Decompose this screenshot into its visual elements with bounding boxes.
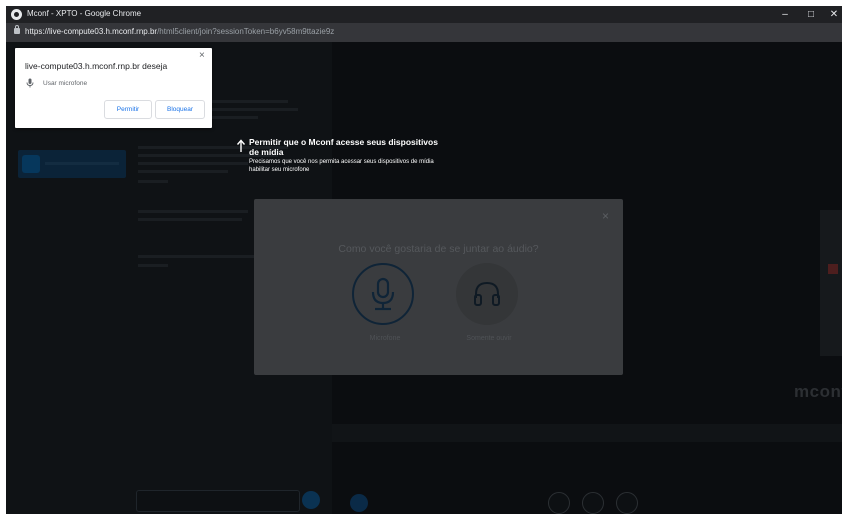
chat-message <box>138 264 168 267</box>
side-panel <box>820 210 842 356</box>
chat-message <box>138 210 248 213</box>
microphone-option-label: Microfone <box>369 335 401 342</box>
microphone-permission-popup: × live-compute03.h.mconf.rnp.br deseja U… <box>15 48 212 128</box>
popup-close-button[interactable]: × <box>199 51 205 61</box>
mconf-app-icon <box>11 9 22 20</box>
allow-button[interactable]: Permitir <box>104 100 152 119</box>
share-screen-button[interactable] <box>616 492 638 514</box>
chat-input[interactable] <box>136 490 300 512</box>
slide-controls-bar <box>332 424 842 442</box>
microphone-icon <box>26 78 34 88</box>
popup-title: live-compute03.h.mconf.rnp.br deseja <box>25 61 168 71</box>
audio-join-modal: × Como você gostaria de se juntar ao áud… <box>254 199 623 375</box>
permission-label: Usar microfone <box>43 80 88 87</box>
chat-message <box>138 180 168 183</box>
url-path: /html5client/join?sessionToken=b6yv58m9t… <box>157 27 335 36</box>
headphones-icon <box>474 281 500 306</box>
lock-icon[interactable] <box>14 25 20 34</box>
browser-window: Mconf - XPTO - Google Chrome – □ ✕ https… <box>6 6 842 514</box>
user-name-placeholder <box>45 162 119 165</box>
avatar <box>22 155 40 173</box>
close-modal-button[interactable]: × <box>602 209 609 223</box>
actions-button[interactable] <box>350 494 368 512</box>
listen-only-option-label: Somente ouvir <box>466 335 512 342</box>
minimize-button[interactable]: – <box>773 7 797 22</box>
chat-message <box>138 170 228 173</box>
microphone-option-circle[interactable] <box>352 263 414 325</box>
url-host: https://live-compute03.h.mconf.rnp.br <box>25 27 158 36</box>
join-audio-button[interactable] <box>548 492 570 514</box>
microphone-option[interactable]: Microfone <box>346 263 424 349</box>
mconf-watermark: mconf <box>794 382 842 401</box>
arrow-up-icon <box>236 139 246 152</box>
user-list-item[interactable] <box>18 150 126 178</box>
address-bar[interactable]: https://live-compute03.h.mconf.rnp.br/ht… <box>6 23 842 42</box>
maximize-button[interactable]: □ <box>799 7 823 22</box>
media-permission-title: Permitir que o Mconf acesse seus disposi… <box>249 137 438 157</box>
listen-only-option-circle[interactable] <box>456 263 518 325</box>
url-text[interactable]: https://live-compute03.h.mconf.rnp.br/ht… <box>25 27 334 36</box>
close-window-button[interactable]: ✕ <box>822 7 842 22</box>
modal-question: Como você gostaria de se juntar ao áudio… <box>338 243 539 255</box>
share-webcam-button[interactable] <box>582 492 604 514</box>
side-panel-item <box>828 264 838 274</box>
window-title: Mconf - XPTO - Google Chrome <box>27 9 142 18</box>
media-permission-subtitle: Precisamos que você nos permita acessar … <box>249 159 434 173</box>
title-bar: Mconf - XPTO - Google Chrome – □ ✕ <box>6 6 842 23</box>
microphone-icon <box>371 277 395 311</box>
chat-message <box>138 255 256 258</box>
chat-message <box>138 218 242 221</box>
block-button[interactable]: Bloquear <box>155 100 205 119</box>
listen-only-option[interactable]: Somente ouvir <box>450 263 528 349</box>
send-message-button[interactable] <box>302 491 320 509</box>
chat-message <box>138 162 248 165</box>
